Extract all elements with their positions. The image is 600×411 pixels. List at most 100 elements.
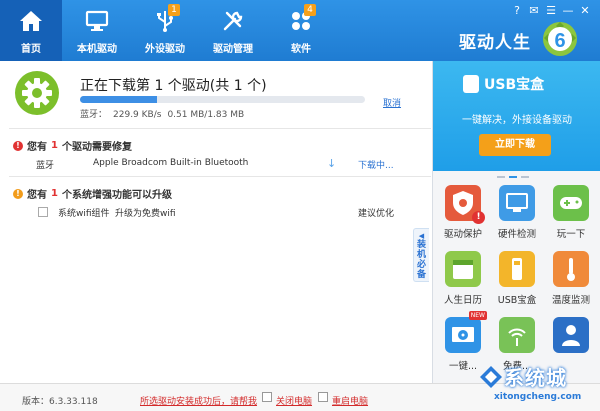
tool-tile-icon-box — [553, 251, 589, 287]
tools-icon — [223, 11, 243, 31]
nav-software[interactable]: 4 软件 — [268, 0, 334, 61]
watermark: 系统城 xitongcheng.com — [478, 362, 600, 411]
thermometer-icon — [567, 258, 575, 281]
message-icon[interactable]: ✉ — [527, 4, 541, 18]
repair-prefix: 您有 — [27, 142, 47, 153]
help-icon[interactable]: ? — [510, 4, 524, 18]
tool-tile-icon-box — [499, 185, 535, 221]
version-label: 版本：6.3.33.118 — [22, 397, 98, 407]
side-tab-arrow-icon: ◀ — [418, 232, 425, 240]
watermark-logo-icon — [480, 366, 502, 388]
tool-tile-label: 温度监测 — [551, 295, 590, 306]
carousel-dots — [497, 176, 529, 178]
download-status-icon — [15, 71, 59, 115]
cancel-download-link[interactable]: 取消 — [383, 96, 401, 109]
carousel-dot[interactable] — [521, 176, 529, 178]
driver-status: 下载中... — [358, 161, 394, 171]
peripheral-count-badge: 1 — [168, 4, 180, 16]
download-stats: 蓝牙： 229.9 KB/s 0.51 MB/1.83 MB — [80, 107, 250, 120]
download-title: 正在下载第 1 个驱动(共 1 个) — [80, 78, 267, 94]
warning-badge-icon: ! — [472, 211, 485, 224]
upgrade-section-title: ! 您有 1 个系统增强功能可以升级 — [13, 186, 172, 201]
menu-icon[interactable]: ☰ — [544, 4, 558, 18]
restart-label[interactable]: 重启电脑 — [332, 394, 368, 407]
svg-text:6: 6 — [554, 30, 565, 52]
side-tab-label: 装机必备 — [416, 240, 426, 280]
repair-suffix: 个驱动需要修复 — [61, 142, 132, 153]
tool-tile-icon-box — [445, 251, 481, 287]
tool-tile[interactable]: 温度监测 — [546, 251, 596, 306]
nav-local-drivers-label: 本机驱动 — [77, 44, 117, 55]
disc-icon — [452, 327, 474, 342]
minimize-icon[interactable]: — — [561, 4, 575, 18]
nav-peripheral-drivers[interactable]: 1 外设驱动 — [132, 0, 198, 61]
promo-banner[interactable]: USB宝盒 一键解决，外接设备驱动 立即下载 — [433, 61, 600, 171]
restart-checkbox[interactable] — [318, 392, 328, 402]
watermark-title: 系统城 — [504, 366, 567, 390]
tool-tile[interactable]: USB宝盒 — [492, 251, 542, 306]
main-nav: 首页 本机驱动 1 外设驱动 驱动管理 4 软件 — [0, 0, 336, 61]
tool-tile-label: 驱动保护 — [443, 229, 482, 240]
nav-driver-manage-label: 驱动管理 — [213, 44, 253, 55]
download-device: 蓝牙： — [80, 110, 108, 120]
top-bar: 首页 本机驱动 1 外设驱动 驱动管理 4 软件 ? ✉ ☰ — ✕ 驱动人生 — [0, 0, 600, 61]
tool-tile-label: 硬件检测 — [497, 229, 536, 240]
tool-tile-icon-box: NEW — [445, 311, 487, 353]
repair-section-title: ! 您有 1 个驱动需要修复 — [13, 138, 132, 153]
monitor-icon — [506, 193, 528, 212]
carousel-dot[interactable] — [497, 176, 505, 178]
tool-tile-icon-box — [499, 251, 535, 287]
upgrade-desc: 升级为免费wifi — [115, 209, 176, 219]
upgrade-suffix: 个系统增强功能可以升级 — [61, 190, 172, 201]
driver-row[interactable]: 蓝牙 Apple Broadcom Built-in Bluetooth ↓ 下… — [36, 157, 431, 172]
shutdown-label[interactable]: 关闭电脑 — [276, 394, 312, 407]
tool-tile-label: 玩一下 — [556, 229, 586, 240]
tool-tile[interactable]: 硬件检测 — [492, 185, 542, 240]
tool-tile-label: 人生日历 — [443, 295, 482, 306]
alert-icon: ! — [13, 140, 23, 151]
driver-name: Apple Broadcom Built-in Bluetooth — [93, 158, 249, 168]
divider — [9, 176, 431, 177]
shutdown-checkbox[interactable] — [262, 392, 272, 402]
nav-local-drivers[interactable]: 本机驱动 — [64, 0, 130, 61]
gear-icon — [22, 78, 52, 108]
download-speed: 229.9 KB/s — [113, 110, 162, 120]
tool-tile-icon-box: ! — [445, 185, 485, 224]
essentials-side-tab[interactable]: ◀ 装机必备 — [413, 228, 429, 282]
banner-title: USB宝盒 — [484, 77, 545, 93]
upgrade-row: 系统wifi组件 升级为免费wifi 建议优化 — [38, 206, 433, 220]
download-now-button[interactable]: 立即下载 — [479, 134, 551, 156]
brand-title: 驱动人生 — [459, 33, 531, 53]
nav-driver-manage[interactable]: 驱动管理 — [200, 0, 266, 61]
progress-fill — [80, 96, 157, 103]
tool-tile[interactable]: ! 驱动保护 — [438, 185, 488, 240]
driver-category: 蓝牙 — [36, 161, 55, 171]
nav-software-label: 软件 — [291, 44, 311, 55]
download-arrow-icon: ↓ — [327, 157, 337, 170]
window-controls: ? ✉ ☰ — ✕ — [510, 4, 592, 18]
monitor-icon — [85, 10, 109, 31]
tool-tile-icon-box — [553, 185, 589, 221]
calendar-icon — [453, 260, 473, 279]
tool-tile[interactable]: 人生日历 — [438, 251, 488, 306]
doctor-icon — [562, 325, 580, 346]
usb-box-icon — [463, 75, 479, 93]
download-size: 0.51 MB/1.83 MB — [167, 110, 245, 120]
home-icon — [20, 11, 42, 31]
wifi-icon — [508, 328, 526, 346]
nav-home-label: 首页 — [21, 44, 41, 55]
info-icon: ! — [13, 188, 23, 199]
right-panel: USB宝盒 一键解决，外接设备驱动 立即下载 ! 驱动保护 硬件检测 玩一下人生日历 U… — [432, 61, 600, 383]
upgrade-suggestion: 建议优化 — [358, 209, 395, 219]
new-badge: NEW — [468, 311, 487, 320]
upgrade-count: 1 — [51, 188, 58, 199]
upgrade-checkbox[interactable] — [38, 207, 48, 217]
tool-tile-label: USB宝盒 — [497, 295, 537, 306]
post-install-notice: 所选驱动安装成功后，请帮我 — [140, 397, 258, 407]
tool-tile[interactable]: 玩一下 — [546, 185, 596, 240]
close-icon[interactable]: ✕ — [578, 4, 592, 18]
upgrade-component: 系统wifi组件 — [58, 209, 110, 219]
tool-tile[interactable] — [546, 317, 596, 358]
carousel-dot-active[interactable] — [509, 176, 517, 178]
nav-home[interactable]: 首页 — [0, 0, 62, 61]
